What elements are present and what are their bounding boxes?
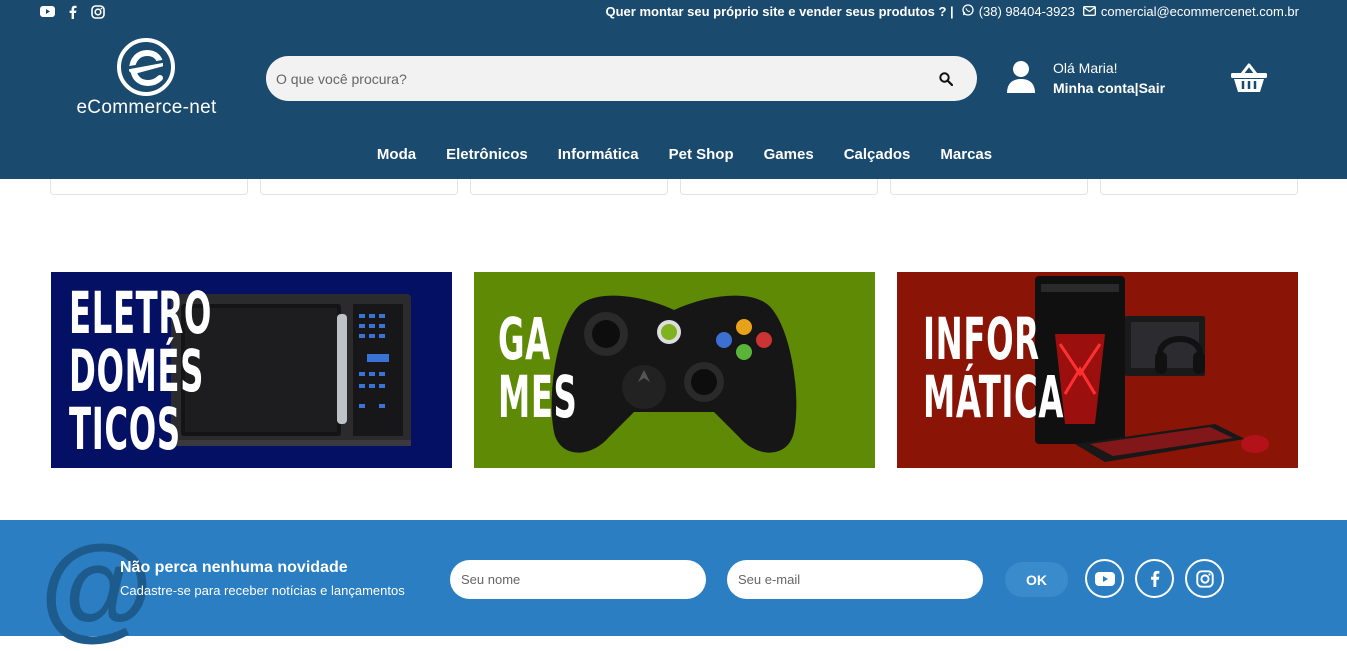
newsletter-subtitle: Cadastre-se para receber notícias e lanç…: [120, 583, 405, 598]
nav-item-informatica[interactable]: Informática: [558, 146, 639, 163]
user-account-links: Minha conta|Sair: [1053, 80, 1165, 96]
product-card-edge: [680, 179, 878, 195]
nav-item-eletronicos[interactable]: Eletrônicos: [446, 146, 528, 163]
microwave-image: [171, 294, 411, 446]
newsletter-submit-button[interactable]: OK: [1005, 562, 1068, 597]
user-avatar-icon[interactable]: [1006, 60, 1036, 99]
game-controller-image: [551, 295, 797, 453]
user-greeting: Olá Maria!: [1053, 60, 1118, 76]
top-contact-info: Quer montar seu próprio site e vender se…: [605, 4, 1299, 19]
search-input[interactable]: [276, 56, 916, 101]
search-button[interactable]: [935, 68, 957, 90]
product-card-edge: [890, 179, 1088, 195]
product-card-edge: [1100, 179, 1298, 195]
top-bar: Quer montar seu próprio site e vender se…: [0, 0, 1347, 24]
newsletter-email-input[interactable]: [727, 560, 983, 599]
site-logo[interactable]: eCommerce-net: [74, 37, 219, 119]
envelope-icon: [1082, 4, 1096, 19]
banner-title: ELETRO DOMÉS TICOS: [69, 284, 212, 458]
whatsapp-icon: [962, 4, 974, 19]
newsletter-title: Não perca nenhuma novidade: [120, 559, 348, 576]
banner-eletrodomesticos[interactable]: ELETRO DOMÉS TICOS: [51, 272, 452, 468]
banner-title: GA MES: [498, 310, 577, 426]
logo-icon: [117, 38, 175, 96]
footer-instagram-icon[interactable]: [1185, 559, 1224, 598]
footer-facebook-icon[interactable]: [1135, 559, 1174, 598]
whatsapp-contact[interactable]: (38) 98404-3923: [962, 4, 1075, 19]
banner-title-line: ELETRO: [69, 279, 213, 347]
nav-item-pet-shop[interactable]: Pet Shop: [669, 146, 734, 163]
banner-games[interactable]: GA MES: [474, 272, 875, 468]
newsletter-name-input[interactable]: [450, 560, 706, 599]
footer-youtube-icon[interactable]: [1085, 559, 1124, 598]
product-card-edge: [50, 179, 248, 195]
email-contact[interactable]: comercial@ecommercenet.com.br: [1082, 4, 1299, 19]
logo-text: eCommerce-net: [76, 97, 217, 118]
product-card-edge: [260, 179, 458, 195]
phone-number: (38) 98404-3923: [978, 4, 1075, 19]
main-nav: Moda Eletrônicos Informática Pet Shop Ga…: [0, 146, 1347, 163]
banner-informatica[interactable]: INFOR MÁTICA: [897, 272, 1298, 468]
search-icon: [939, 72, 953, 86]
email-address: comercial@ecommercenet.com.br: [1100, 4, 1299, 19]
product-card-edge: [470, 179, 668, 195]
product-card-strip: [50, 179, 1298, 195]
nav-item-marcas[interactable]: Marcas: [940, 146, 992, 163]
banner-title-line: MÁTICA: [923, 363, 1065, 431]
banner-title: INFOR MÁTICA: [923, 310, 1064, 426]
banner-title-line: MES: [498, 363, 578, 431]
banner-title-line: TICOS: [69, 395, 181, 463]
nav-item-calcados[interactable]: Calçados: [844, 146, 911, 163]
banner-title-line: GA: [498, 305, 551, 373]
banner-title-line: DOMÉS: [69, 337, 205, 405]
my-account-link[interactable]: Minha conta: [1053, 80, 1135, 96]
cart-basket-icon[interactable]: [1230, 62, 1268, 99]
logout-link[interactable]: Sair: [1139, 80, 1165, 96]
nav-item-games[interactable]: Games: [764, 146, 814, 163]
youtube-icon[interactable]: [40, 4, 55, 19]
instagram-icon[interactable]: [90, 4, 105, 19]
tagline-link[interactable]: Quer montar seu próprio site e vender se…: [605, 4, 953, 19]
nav-item-moda[interactable]: Moda: [377, 146, 416, 163]
facebook-icon[interactable]: [65, 4, 80, 19]
search-bar: [266, 56, 977, 101]
banner-title-line: INFOR: [923, 305, 1040, 373]
top-social-links: [40, 4, 105, 19]
site-header: Quer montar seu próprio site e vender se…: [0, 0, 1347, 179]
